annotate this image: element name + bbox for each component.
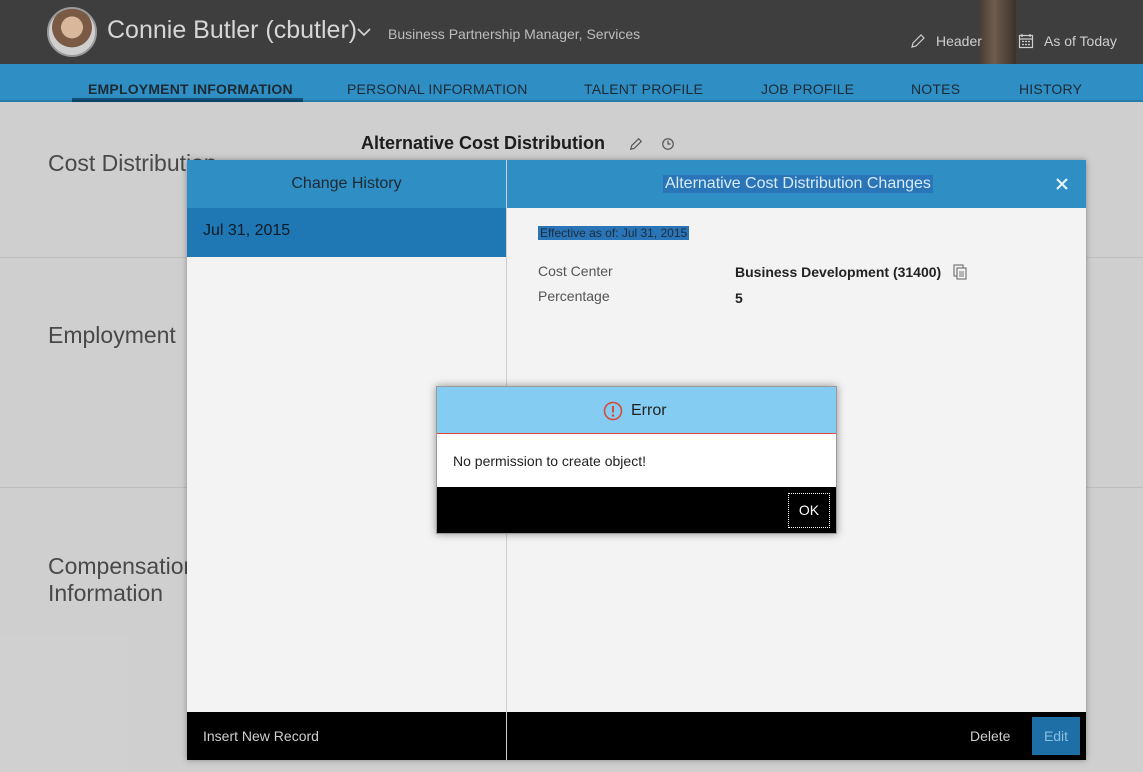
copy-icon[interactable]	[953, 264, 967, 280]
header-background-image	[980, 0, 1016, 64]
user-name[interactable]: Connie Butler (cbutler)	[107, 16, 357, 45]
percentage-value: 5	[735, 290, 743, 306]
error-icon	[603, 401, 623, 421]
tab-history[interactable]: HISTORY	[1019, 81, 1082, 97]
effective-date-label: Effective as of: Jul 31, 2015	[538, 226, 690, 240]
top-header: Connie Butler (cbutler) Business Partner…	[0, 0, 1143, 64]
error-title-wrap: Error	[603, 401, 667, 421]
as-of-date-button[interactable]: As of Today	[1018, 33, 1117, 49]
cost-center-label: Cost Center	[538, 263, 613, 279]
changes-panel-header: Alternative Cost Distribution Changes	[507, 160, 1086, 208]
tab-employment-information[interactable]: EMPLOYMENT INFORMATION	[88, 81, 293, 97]
error-title: Error	[631, 402, 667, 419]
delete-button[interactable]: Delete	[970, 728, 1010, 744]
error-dialog: Error No permission to create object! OK	[436, 386, 837, 534]
insert-new-record-button[interactable]: Insert New Record	[203, 728, 319, 744]
error-dialog-header: Error	[437, 387, 836, 434]
history-footer-right: Delete Edit	[507, 712, 1086, 760]
ok-button[interactable]: OK	[788, 493, 830, 528]
tab-bar: EMPLOYMENT INFORMATION PERSONAL INFORMAT…	[0, 64, 1143, 102]
tab-notes[interactable]: NOTES	[911, 81, 960, 97]
tab-talent-profile[interactable]: TALENT PROFILE	[584, 81, 703, 97]
history-footer-left: Insert New Record	[187, 712, 506, 760]
cost-center-value: Business Development (31400)	[735, 264, 942, 280]
chevron-down-icon[interactable]	[356, 24, 372, 40]
pencil-icon	[911, 34, 925, 48]
error-dialog-footer: OK	[437, 487, 836, 533]
as-of-date-label: As of Today	[1044, 33, 1117, 49]
percentage-label: Percentage	[538, 288, 610, 304]
header-edit-label: Header	[936, 33, 982, 49]
history-record-item[interactable]: Jul 31, 2015	[187, 208, 506, 257]
user-role: Business Partnership Manager, Services	[388, 26, 641, 42]
tab-personal-information[interactable]: PERSONAL INFORMATION	[347, 81, 528, 97]
header-edit-button[interactable]: Header	[910, 33, 982, 49]
changes-panel-title: Alternative Cost Distribution Changes	[663, 175, 933, 193]
change-history-title: Change History	[187, 160, 506, 208]
close-icon[interactable]	[1054, 176, 1070, 192]
calendar-icon	[1018, 34, 1034, 49]
edit-button[interactable]: Edit	[1032, 717, 1080, 755]
tab-job-profile[interactable]: JOB PROFILE	[761, 81, 854, 97]
user-avatar[interactable]	[47, 7, 97, 57]
error-message: No permission to create object!	[453, 453, 646, 469]
